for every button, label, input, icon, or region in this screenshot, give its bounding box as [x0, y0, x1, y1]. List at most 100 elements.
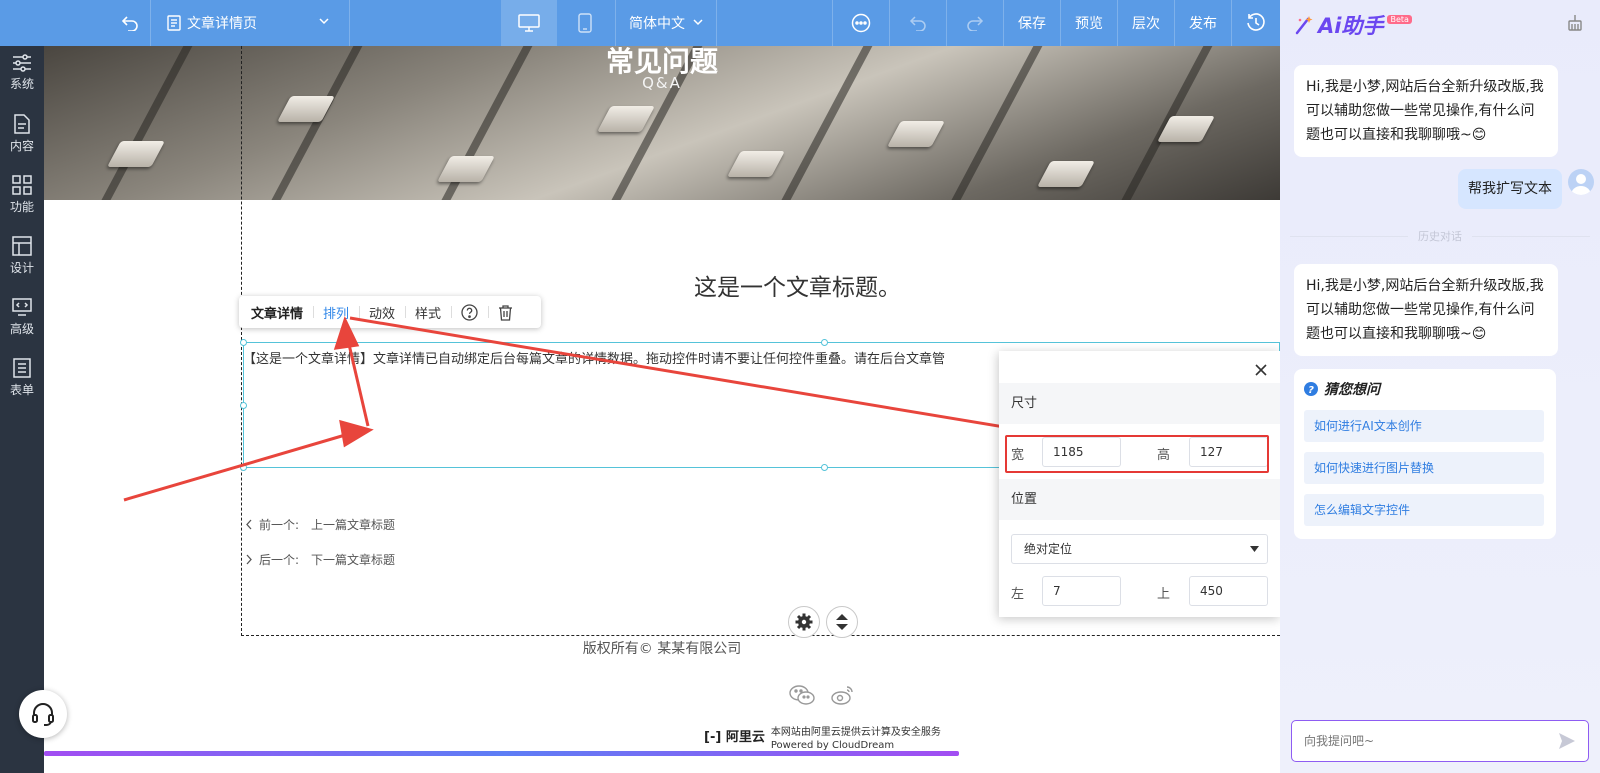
properties-panel: 尺寸 宽 1185 高 127 位置 绝对定位 左 7 上 450 — [999, 351, 1280, 617]
page-icon — [167, 15, 181, 31]
sidebar-item-features[interactable]: 功能 — [0, 166, 44, 224]
send-icon — [1559, 733, 1575, 749]
back-button[interactable] — [110, 0, 150, 46]
chevron-down-icon — [319, 18, 329, 25]
clear-chat-button[interactable] — [1566, 14, 1584, 36]
page-name: 文章详情页 — [187, 16, 257, 32]
close-panel-button[interactable] — [1254, 363, 1268, 377]
desktop-view-button[interactable] — [501, 0, 557, 46]
send-button[interactable] — [1558, 732, 1576, 754]
layout-icon — [12, 236, 32, 256]
publish-button[interactable]: 发布 — [1175, 0, 1231, 46]
widget-name-tab[interactable]: 文章详情 — [239, 296, 313, 328]
ai-question-input[interactable] — [1292, 721, 1532, 761]
help-button[interactable] — [451, 296, 488, 328]
wechat-icon[interactable] — [789, 684, 815, 706]
sidebar-item-label: 表单 — [9, 383, 34, 397]
sidebar-item-design[interactable]: 设计 — [0, 227, 44, 285]
code-monitor-icon — [12, 298, 32, 316]
user-avatar — [1568, 169, 1594, 195]
more-icon — [851, 13, 871, 33]
chevron-right-icon — [246, 554, 252, 565]
article-title[interactable]: 这是一个文章标题。 — [694, 268, 901, 302]
position-section-title: 位置 — [999, 479, 1280, 520]
progress-fill — [44, 751, 959, 756]
page-selector[interactable]: 文章详情页 — [151, 0, 349, 46]
aliyun-badge: [-] 阿里云 本网站由阿里云提供云计算及安全服务 Powered by Clo… — [704, 726, 941, 752]
preview-button[interactable]: 预览 — [1061, 0, 1117, 46]
headset-icon — [32, 703, 54, 726]
history-button[interactable] — [1232, 0, 1280, 46]
sidebar-item-label: 内容 — [9, 139, 34, 153]
suggested-question[interactable]: 怎么编辑文字控件 — [1304, 494, 1544, 526]
next-title: 下一篇文章标题 — [311, 553, 396, 567]
next-article-link[interactable]: 后一个: 下一篇文章标题 — [245, 551, 395, 568]
position-mode-select[interactable]: 绝对定位 — [1011, 534, 1268, 564]
left-sidebar: 系统 内容 功能 设计 高级 表单 — [0, 0, 44, 773]
desktop-icon — [518, 14, 540, 32]
ai-question-box — [1291, 720, 1589, 762]
resize-handle[interactable] — [240, 339, 247, 346]
undo-button[interactable] — [890, 0, 946, 46]
aliyun-line1: 本网站由阿里云提供云计算及安全服务 — [770, 727, 941, 738]
chevron-down-icon — [693, 19, 703, 26]
suggested-questions: ? 猜您想问 如何进行AI文本创作 如何快速进行图片替换 怎么编辑文字控件 — [1294, 369, 1556, 539]
chevron-left-icon — [246, 519, 252, 530]
gear-icon — [795, 613, 813, 631]
resize-handle[interactable] — [240, 402, 247, 409]
article-body-text: 【这是一个文章详情】文章详情已自动绑定后台每篇文章的详情数据。拖动控件时请不要让… — [243, 352, 946, 367]
ai-greeting-bubble-2: Hi,我是小梦,网站后台全新升级改版,我可以辅助您做一些常见操作,有什么问题也可… — [1294, 264, 1558, 356]
module-resize-button[interactable] — [826, 606, 858, 638]
svg-text:?: ? — [1308, 385, 1314, 396]
more-button[interactable] — [833, 0, 889, 46]
redo-button[interactable] — [947, 0, 1003, 46]
sidebar-item-content[interactable]: 内容 — [0, 105, 44, 163]
social-links — [789, 684, 855, 706]
ai-assistant-panel: Ai助手 Beta Hi,我是小梦,网站后台全新升级改版,我可以辅助您做一些常见… — [1280, 0, 1600, 773]
resize-handle[interactable] — [240, 464, 247, 471]
undo-icon — [909, 16, 926, 31]
arrange-tab[interactable]: 排列 — [313, 296, 359, 328]
progress-bar — [44, 751, 1280, 756]
language-label: 简体中文 — [629, 16, 685, 32]
resize-handle[interactable] — [821, 464, 828, 471]
redo-icon — [967, 16, 984, 31]
mobile-view-button[interactable] — [557, 0, 613, 46]
prev-title: 上一篇文章标题 — [311, 518, 396, 532]
user-message-bubble: 帮我扩写文本 — [1458, 169, 1562, 209]
weibo-icon[interactable] — [831, 684, 855, 706]
widget-toolbar: 文章详情 排列 动效 样式 — [239, 296, 541, 328]
sidebar-item-label: 设计 — [9, 261, 34, 275]
module-settings-button[interactable] — [788, 606, 820, 638]
caret-down-icon — [1250, 546, 1259, 552]
broom-icon — [1568, 15, 1582, 31]
position-mode-value: 绝对定位 — [1024, 542, 1073, 556]
ai-title: Ai助手 Beta — [1294, 10, 1412, 40]
top-input[interactable]: 450 — [1189, 576, 1268, 606]
sidebar-item-form[interactable]: 表单 — [0, 349, 44, 407]
suggested-question[interactable]: 如何快速进行图片替换 — [1304, 452, 1544, 484]
next-label: 后一个: — [259, 553, 300, 567]
size-highlight-box — [1005, 435, 1269, 473]
save-button[interactable]: 保存 — [1004, 0, 1060, 46]
sidebar-item-system[interactable]: 系统 — [0, 44, 44, 102]
suggested-question[interactable]: 如何进行AI文本创作 — [1304, 410, 1544, 442]
user-icon — [1571, 174, 1591, 195]
suggested-title: ? 猜您想问 — [1304, 379, 1380, 399]
customer-support-button[interactable] — [19, 690, 67, 738]
delete-button[interactable] — [488, 296, 523, 328]
left-input[interactable]: 7 — [1042, 576, 1121, 606]
style-tab[interactable]: 样式 — [405, 296, 451, 328]
prev-article-link[interactable]: 前一个: 上一篇文章标题 — [245, 516, 395, 533]
size-section-title: 尺寸 — [999, 383, 1280, 424]
resize-handle[interactable] — [821, 339, 828, 346]
prev-label: 前一个: — [259, 518, 300, 532]
sliders-icon — [13, 54, 31, 72]
history-divider: 历史对话 — [1290, 228, 1590, 244]
language-selector[interactable]: 简体中文 — [616, 0, 716, 46]
animation-tab[interactable]: 动效 — [359, 296, 405, 328]
sidebar-item-label: 高级 — [9, 322, 34, 336]
sidebar-item-advanced[interactable]: 高级 — [0, 288, 44, 346]
help-icon — [461, 303, 478, 321]
layers-button[interactable]: 层次 — [1118, 0, 1174, 46]
